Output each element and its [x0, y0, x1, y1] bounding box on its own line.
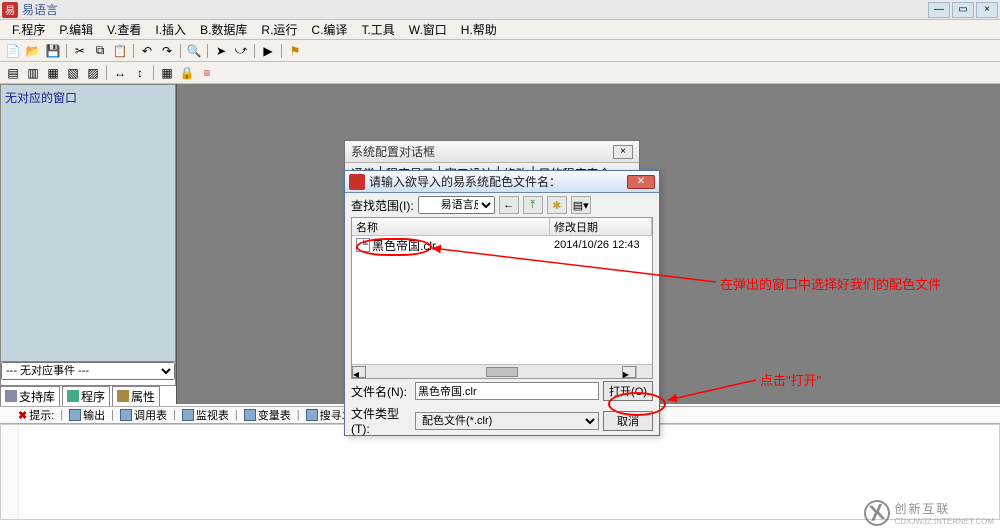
out-tab[interactable]: 输出 [69, 407, 105, 423]
tool-find[interactable]: 🔍 [185, 42, 203, 60]
logo-text: 创新互联 [894, 502, 950, 516]
left-panel: 无对应的窗口 --- 无对应事件 --- [0, 84, 176, 386]
tool-paste[interactable]: 📋 [111, 42, 129, 60]
annotation-circle-open [608, 392, 666, 416]
dist-h-icon[interactable]: ↔ [111, 64, 129, 82]
menu-window[interactable]: W.窗口 [403, 19, 453, 40]
tool-save[interactable]: 💾 [44, 42, 62, 60]
menu-tools[interactable]: T.工具 [355, 19, 400, 40]
file-dialog-title: 请输入欲导入的易系统配色文件名： [369, 173, 561, 190]
scroll-left-arrow[interactable]: ◂ [352, 366, 366, 378]
tool-run[interactable]: ▶ [259, 42, 277, 60]
col-name[interactable]: 名称 [352, 218, 550, 235]
file-modified: 2014/10/26 12:43 [550, 239, 652, 251]
window-controls: — ▭ × [928, 2, 998, 18]
tab-program[interactable]: 程序 [62, 386, 110, 407]
col-modified[interactable]: 修改日期 [550, 218, 652, 235]
annotation-text-2: 点击"打开" [760, 370, 821, 389]
annotation-text-1: 在弹出的窗口中选择好我们的配色文件 [720, 274, 941, 293]
toolbar-2: ▤ ▥ ▦ ▧ ▨ ↔ ↕ ▦ 🔒 ≡ [0, 62, 1000, 84]
grid-icon[interactable]: ▦ [158, 64, 176, 82]
break-icon[interactable]: ≡ [198, 64, 216, 82]
book-icon [5, 390, 17, 402]
config-dialog-title: 系统配置对话框 [351, 143, 435, 160]
filename-label: 文件名(N): [351, 383, 411, 400]
tool-step1[interactable]: ➤ [212, 42, 230, 60]
filetype-label: 文件类型(T): [351, 405, 411, 436]
list-icon [120, 409, 132, 421]
filetype-select[interactable]: 配色文件(*.clr) [415, 412, 599, 430]
logo-sub: CDXJWJZ.INTERNET.COM [894, 517, 994, 526]
tool-flag[interactable]: ⚑ [286, 42, 304, 60]
file-dialog-close[interactable]: ✕ [627, 175, 655, 189]
menu-view[interactable]: V.查看 [101, 19, 147, 40]
find1-tab[interactable]: 搜寻1 [306, 407, 348, 423]
config-dialog-close[interactable]: × [613, 145, 633, 159]
hint-tab[interactable]: ✖提示: [18, 407, 54, 423]
tool-copy[interactable]: ⧉ [91, 42, 109, 60]
nav-views-button[interactable]: ▤▾ [571, 196, 591, 214]
scroll-thumb[interactable] [486, 367, 518, 377]
tool-open[interactable]: 📂 [24, 42, 42, 60]
watch-tab[interactable]: 监视表 [182, 407, 229, 423]
align-bottom-icon[interactable]: ▨ [84, 64, 102, 82]
bottom-pane [0, 424, 1000, 520]
dialog-app-icon [349, 174, 365, 190]
eye-icon [182, 409, 194, 421]
search-icon [306, 409, 318, 421]
annotation-circle-file [356, 238, 432, 256]
align-top-icon[interactable]: ▧ [64, 64, 82, 82]
tool-cut[interactable]: ✂ [71, 42, 89, 60]
tool-step2[interactable]: ⤻ [232, 42, 250, 60]
maximize-button[interactable]: ▭ [952, 2, 974, 18]
align-left-icon[interactable]: ▤ [4, 64, 22, 82]
app-icon: 易 [2, 2, 18, 18]
menu-compile[interactable]: C.编译 [305, 19, 353, 40]
menu-edit[interactable]: P.编辑 [53, 19, 99, 40]
menu-insert[interactable]: I.插入 [149, 19, 192, 40]
minimize-button[interactable]: — [928, 2, 950, 18]
menu-run[interactable]: R.运行 [255, 19, 303, 40]
tab-properties[interactable]: 属性 [112, 386, 160, 407]
align-center-icon[interactable]: ▥ [24, 64, 42, 82]
menu-database[interactable]: B.数据库 [194, 19, 253, 40]
left-tabs: 支持库 程序 属性 [0, 386, 176, 406]
tool-redo[interactable]: ↷ [158, 42, 176, 60]
event-select-wrap: --- 无对应事件 --- [1, 361, 175, 381]
toolbar-1: 📄 📂 💾 ✂ ⧉ 📋 ↶ ↷ 🔍 ➤ ⤻ ▶ ⚑ [0, 40, 1000, 62]
align-right-icon[interactable]: ▦ [44, 64, 62, 82]
nav-up-button[interactable]: ⤒ [523, 196, 543, 214]
filename-input[interactable] [415, 382, 599, 400]
logo-glyph: X [862, 498, 892, 528]
menu-help[interactable]: H.帮助 [455, 19, 503, 40]
lock-icon[interactable]: 🔒 [178, 64, 196, 82]
menu-program[interactable]: F.程序 [6, 19, 51, 40]
tool-undo[interactable]: ↶ [138, 42, 156, 60]
h-scrollbar[interactable]: ◂ ▸ [352, 364, 636, 378]
tab-support-lib[interactable]: 支持库 [0, 386, 60, 407]
look-in-label: 查找范围(I): [351, 197, 414, 214]
code-icon [67, 390, 79, 402]
look-in-select[interactable]: 易语言皮肤 [418, 196, 495, 214]
dist-v-icon[interactable]: ↕ [131, 64, 149, 82]
nav-back-button[interactable]: ← [499, 196, 519, 214]
props-icon [117, 390, 129, 402]
output-icon [69, 409, 81, 421]
scroll-corner [636, 364, 652, 378]
var-tab[interactable]: 变量表 [244, 407, 291, 423]
event-select[interactable]: --- 无对应事件 --- [1, 362, 175, 380]
menu-bar[interactable]: F.程序 P.编辑 V.查看 I.插入 B.数据库 R.运行 C.编译 T.工具… [0, 20, 1000, 40]
close-button[interactable]: × [976, 2, 998, 18]
tool-new[interactable]: 📄 [4, 42, 22, 60]
app-title: 易语言 [22, 1, 58, 18]
scroll-right-arrow[interactable]: ▸ [622, 366, 636, 378]
title-bar: 易 易语言 — ▭ × [0, 0, 1000, 20]
bottom-gutter [1, 425, 19, 519]
watermark-logo: X 创新互联 CDXJWJZ.INTERNET.COM [864, 500, 994, 526]
nav-newfolder-button[interactable]: ✱ [547, 196, 567, 214]
call-tab[interactable]: 调用表 [120, 407, 167, 423]
var-icon [244, 409, 256, 421]
no-window-label: 无对应的窗口 [5, 89, 171, 106]
left-panel-body: 无对应的窗口 [1, 85, 175, 361]
